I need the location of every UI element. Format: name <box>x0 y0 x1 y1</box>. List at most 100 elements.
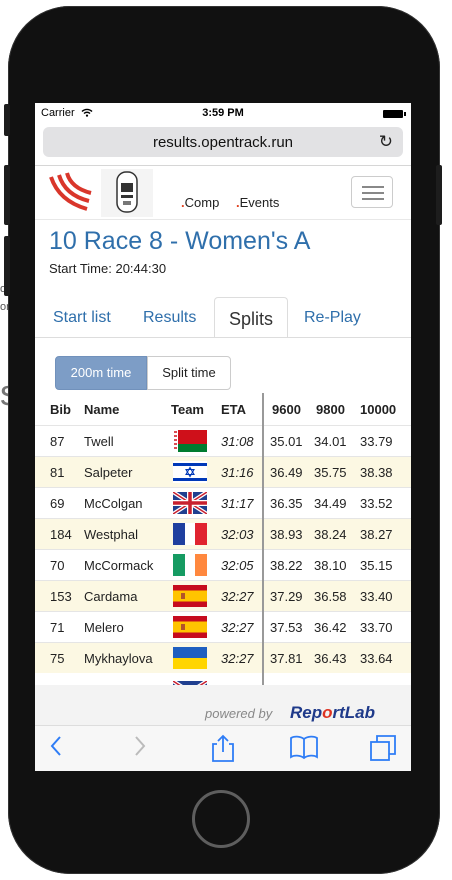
power-button <box>436 165 442 225</box>
menu-toggle-button[interactable] <box>351 176 393 208</box>
cell-name[interactable]: McCormack <box>84 558 153 573</box>
flag-icon <box>173 554 207 576</box>
tabs-divider <box>35 337 411 338</box>
cell-name[interactable]: Salpeter <box>84 465 132 480</box>
battery-icon <box>383 110 406 118</box>
table-row[interactable]: 87 Twell 31:08 35.01 34.01 33.79 <box>35 425 411 456</box>
cell-split-10000: 38.27 <box>360 527 393 542</box>
home-button[interactable] <box>192 790 250 848</box>
cell-eta: 32:05 <box>221 558 254 573</box>
flag-icon <box>173 461 207 483</box>
volume-down-button <box>4 236 10 296</box>
cell-name[interactable]: McColgan <box>84 496 143 511</box>
bookmarks-icon[interactable] <box>289 734 319 760</box>
column-header-name: Name <box>84 402 120 417</box>
cell-bib: 87 <box>50 434 65 449</box>
flag-icon <box>173 585 207 607</box>
table-row[interactable]: 75 Mykhaylova 32:27 37.81 36.43 33.64 <box>35 642 411 673</box>
toggle-split-time[interactable]: Split time <box>147 356 231 390</box>
cell-split-9800: 36.43 <box>314 651 347 666</box>
table-row[interactable]: 70 McCormack 32:05 38.22 38.10 35.15 <box>35 549 411 580</box>
powered-by-footer: powered by ReportLab <box>35 685 411 725</box>
cell-split-9600: 36.35 <box>270 496 303 511</box>
column-header-9800: 9800 <box>316 402 345 417</box>
cell-split-9600: 38.22 <box>270 558 303 573</box>
share-icon[interactable] <box>211 734 235 762</box>
cell-split-9800: 36.58 <box>314 589 347 604</box>
reportlab-logo[interactable]: ReportLab <box>290 703 375 723</box>
cell-name[interactable]: Westphal <box>84 527 138 542</box>
url-text[interactable]: results.opentrack.run <box>43 134 403 151</box>
cell-split-9800: 36.42 <box>314 620 347 635</box>
cell-split-10000: 38.38 <box>360 465 393 480</box>
cell-split-9600: 36.49 <box>270 465 303 480</box>
table-row[interactable]: 81 Salpeter 31:16 36.49 35.75 38.38 <box>35 456 411 487</box>
cell-eta: 31:17 <box>221 496 254 511</box>
divider <box>35 219 411 220</box>
cell-name[interactable]: Mykhaylova <box>84 651 153 666</box>
address-bar[interactable]: results.opentrack.run ↻ <box>43 127 403 157</box>
column-header-eta: ETA <box>221 402 247 417</box>
cell-bib: 70 <box>50 558 65 573</box>
column-header-team: Team <box>171 402 204 417</box>
opentrack-logo-icon[interactable] <box>49 171 93 211</box>
flag-icon <box>173 523 207 545</box>
hamburger-icon <box>362 186 384 188</box>
cell-split-10000: 35.15 <box>360 558 393 573</box>
nav-comp-link[interactable]: .Comp <box>181 195 219 210</box>
hamburger-icon <box>362 192 384 194</box>
tab-splits-label[interactable]: Splits <box>215 309 287 330</box>
cell-split-9800: 38.10 <box>314 558 347 573</box>
nav-events-label[interactable]: Events <box>240 195 280 210</box>
mute-switch <box>4 104 10 136</box>
divider <box>35 165 411 166</box>
volume-up-button <box>4 165 10 225</box>
hamburger-icon <box>362 198 384 200</box>
table-row[interactable]: 69 McColgan 31:17 36.35 34.49 33.52 <box>35 487 411 518</box>
cell-split-9600: 38.93 <box>270 527 303 542</box>
cell-split-10000: 33.70 <box>360 620 393 635</box>
flag-icon <box>173 616 207 638</box>
brand-part: o <box>322 703 333 722</box>
cell-name[interactable]: Cardama <box>84 589 137 604</box>
column-header-9600: 9600 <box>272 402 301 417</box>
forward-icon[interactable] <box>133 734 147 758</box>
tab-replay[interactable]: Re-Play <box>304 309 361 327</box>
cell-split-9600: 37.53 <box>270 620 303 635</box>
cell-name[interactable]: Melero <box>84 620 124 635</box>
brand-part: rtLab <box>332 703 376 722</box>
cell-eta: 32:27 <box>221 651 254 666</box>
tabs-icon[interactable] <box>369 734 397 762</box>
page-title: 10 Race 8 - Women's A <box>49 227 311 255</box>
cell-name[interactable]: Twell <box>84 434 114 449</box>
status-time: 3:59 PM <box>202 107 244 119</box>
reload-icon[interactable]: ↻ <box>379 132 393 152</box>
cell-split-10000: 33.64 <box>360 651 393 666</box>
table-row[interactable]: 71 Melero 32:27 37.53 36.42 33.70 <box>35 611 411 642</box>
cell-split-9800: 35.75 <box>314 465 347 480</box>
event-logo-icon <box>101 169 153 217</box>
browser-toolbar <box>35 725 411 771</box>
tab-splits[interactable]: Splits <box>214 297 288 338</box>
nav-comp-label[interactable]: Comp <box>185 195 220 210</box>
cell-bib: 75 <box>50 651 65 666</box>
cell-split-9800: 34.49 <box>314 496 347 511</box>
cell-split-9800: 38.24 <box>314 527 347 542</box>
cell-eta: 32:27 <box>221 620 254 635</box>
toggle-200m-time[interactable]: 200m time <box>55 356 147 390</box>
cell-split-9600: 35.01 <box>270 434 303 449</box>
table-row[interactable]: 184 Westphal 32:03 38.93 38.24 38.27 <box>35 518 411 549</box>
tab-results[interactable]: Results <box>143 309 196 327</box>
table-row[interactable]: 153 Cardama 32:27 37.29 36.58 33.40 <box>35 580 411 611</box>
cell-eta: 32:03 <box>221 527 254 542</box>
cell-eta: 31:08 <box>221 434 254 449</box>
cell-split-10000: 33.79 <box>360 434 393 449</box>
column-header-10000: 10000 <box>360 402 397 417</box>
back-icon[interactable] <box>49 734 63 758</box>
tab-start-list[interactable]: Start list <box>53 309 111 327</box>
cell-bib: 81 <box>50 465 65 480</box>
column-header-bib: Bib <box>50 402 71 417</box>
nav-events-link[interactable]: .Events <box>236 195 279 210</box>
flag-icon <box>173 492 207 514</box>
phone-screen: Carrier 3:59 PM results.opentrack.run ↻ … <box>35 103 411 771</box>
